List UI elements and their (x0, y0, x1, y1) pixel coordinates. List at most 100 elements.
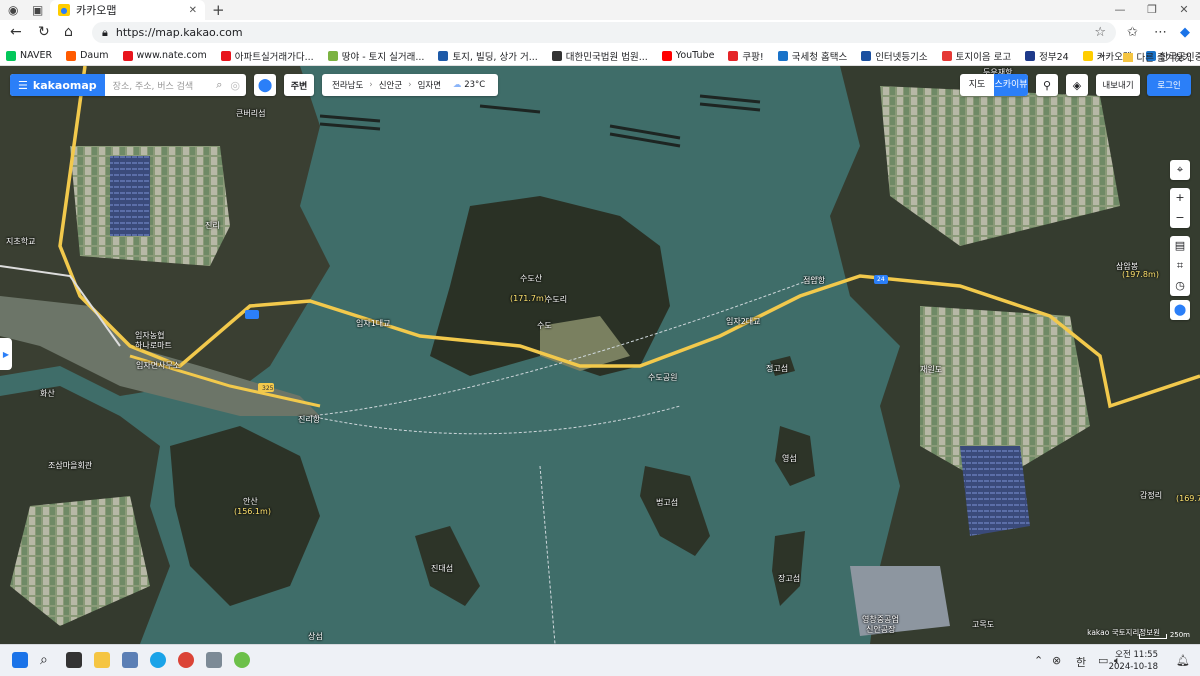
map-label[interactable]: 상섬 (308, 631, 323, 642)
bookmark-item[interactable]: www.nate.com (122, 50, 207, 61)
bookmark-item[interactable]: YouTube (661, 50, 714, 61)
map-label[interactable]: 감정리 (1140, 490, 1162, 501)
map-label[interactable]: 지초학교 (6, 236, 35, 247)
bookmark-item[interactable]: 아파트실거래가다... (220, 49, 314, 63)
map-label[interactable]: 재원도 (920, 364, 942, 375)
map-label[interactable]: 영섬 (782, 453, 797, 464)
favorite-star-icon[interactable]: ☆ (1094, 25, 1106, 40)
refresh-icon[interactable]: ↻ (38, 24, 50, 40)
breadcrumb-item[interactable]: 전라남도 (332, 79, 363, 91)
map-label[interactable]: 고목도 (972, 619, 994, 630)
map-label[interactable]: 수도리 (545, 294, 567, 305)
app-icon[interactable] (206, 652, 222, 668)
tab-actions-icon[interactable]: ▣ (32, 3, 43, 17)
bookmark-item[interactable]: 땅야 - 토지 실거래... (327, 49, 424, 63)
bookmark-item[interactable]: 대한민국법원 법원... (551, 49, 648, 63)
system-clock[interactable]: 오전 11:55 2024-10-18 (1109, 649, 1158, 673)
bookmark-item[interactable]: 토지, 빌딩, 상가 거... (438, 49, 538, 63)
bookmark-item[interactable]: Daum (66, 50, 109, 61)
profile-icon[interactable]: ◉ (8, 3, 18, 17)
map-label[interactable]: (197.8m) (1122, 270, 1159, 279)
home-icon[interactable]: ⌂ (64, 24, 73, 40)
map-label[interactable]: 임자2대교 (726, 316, 761, 327)
menu-icon[interactable]: ☰ (18, 79, 28, 92)
mode-map-button[interactable]: 지도 (960, 74, 994, 96)
breadcrumb-item[interactable]: 신안군 (379, 79, 402, 91)
map-label[interactable]: 장고섬 (778, 573, 800, 584)
search-input[interactable]: 장소, 주소, 버스 검색 (105, 79, 217, 92)
tray-chevron-icon[interactable]: ⌃ (1034, 654, 1043, 667)
breadcrumb-item[interactable]: 임자면 (418, 79, 441, 91)
notification-tray-icon[interactable]: ▭ (1098, 654, 1108, 667)
map-label[interactable]: 법고섬 (656, 497, 678, 508)
map-label[interactable]: 조삼마을회관 (48, 460, 92, 471)
map-label[interactable]: 임자1대교 (356, 318, 391, 329)
map-label[interactable]: 수도공원 (648, 372, 677, 383)
place-pin-button[interactable]: ⬤ (1170, 300, 1190, 320)
close-tab-icon[interactable]: ✕ (189, 5, 197, 16)
bookmarks-overflow-icon[interactable]: › (1100, 49, 1104, 62)
zoom-in-icon[interactable]: + (1175, 188, 1184, 208)
login-button[interactable]: 로그인 (1147, 74, 1191, 96)
radius-icon[interactable]: ◷ (1175, 276, 1185, 296)
map-label[interactable]: 하나로마트 (135, 340, 172, 351)
map-label[interactable]: 큰버리섬 (236, 108, 265, 119)
map-label[interactable]: 임자면사무소 (136, 360, 180, 371)
kakaomap-app-icon[interactable] (234, 652, 250, 668)
map-label[interactable]: 진리항 (298, 414, 320, 425)
start-icon[interactable] (12, 652, 28, 668)
edge-icon[interactable] (150, 652, 166, 668)
map-label[interactable]: 24 (877, 276, 885, 283)
store-icon[interactable] (122, 652, 138, 668)
map-label[interactable]: 신안공장 (866, 624, 895, 635)
task-view-icon[interactable] (66, 652, 82, 668)
close-window-icon[interactable]: ✕ (1168, 0, 1200, 20)
nearby-button[interactable]: 주변 (284, 74, 314, 96)
back-icon[interactable]: ← (10, 24, 22, 40)
mode-skyview-button[interactable]: 스카이뷰 (994, 74, 1028, 96)
map-label[interactable]: 정고섬 (766, 363, 788, 374)
kakaomap-logo[interactable]: ☰ kakaomap (10, 74, 105, 96)
tray-app-icon[interactable]: ⊗ (1052, 654, 1061, 667)
bookmark-item[interactable]: 정부24 (1025, 49, 1069, 63)
bookmark-item[interactable]: 토지이음 로고 (941, 49, 1011, 63)
map-label[interactable]: 점암항 (803, 275, 825, 286)
maximize-icon[interactable]: ❐ (1136, 0, 1168, 20)
bookmark-item[interactable]: 국세청 홈택스 (777, 49, 847, 63)
my-location-button[interactable]: ⌖ (1170, 160, 1190, 180)
zoom-out-icon[interactable]: − (1175, 208, 1184, 228)
directions-icon[interactable]: ◎ (230, 79, 240, 92)
layers-button[interactable]: ◈ (1066, 74, 1088, 96)
location-pin-button[interactable]: ⬤ (254, 74, 276, 96)
other-bookmarks[interactable]: 다른 즐겨찾기 (1122, 50, 1192, 64)
bookmark-item[interactable]: NAVER (6, 50, 52, 61)
file-explorer-icon[interactable] (94, 652, 110, 668)
area-icon[interactable]: ⌗ (1177, 256, 1183, 276)
map-label[interactable]: 진리 (205, 220, 220, 231)
notification-bell-icon[interactable]: 🔔︎ (1176, 654, 1190, 667)
map-label[interactable]: 화산 (40, 388, 55, 399)
favorites-icon[interactable]: ✩ (1127, 25, 1138, 40)
map-label[interactable]: (169.7m) (1176, 494, 1200, 503)
sidebar-toggle[interactable]: ▶ (0, 338, 12, 370)
tab-kakaomap[interactable]: ● 카카오맵 ✕ (50, 0, 205, 20)
map-label[interactable]: 수도산 (520, 273, 542, 284)
roadview-button[interactable]: ⚲ (1036, 74, 1058, 96)
map-label[interactable]: 수도 (537, 320, 552, 331)
more-icon[interactable]: ⋯ (1154, 25, 1167, 40)
bookmark-item[interactable]: 인터넷등기소 (861, 49, 928, 63)
map-label[interactable]: 안산 (243, 496, 258, 507)
ruler-icon[interactable]: ▤ (1175, 236, 1185, 256)
search-taskbar-icon[interactable]: ⌕ (40, 652, 56, 668)
map-label[interactable]: 진대섬 (431, 563, 453, 574)
map-label[interactable]: (171.7m) (510, 294, 547, 303)
map-view[interactable]: 큰버리섬진리지초학교임자1대교 수도산 (171.7m) 수도리수도수도공원 임자2대교… (0, 66, 1200, 644)
map-label[interactable]: (156.1m) (234, 507, 271, 516)
new-tab-icon[interactable]: + (212, 1, 225, 19)
copilot-icon[interactable]: ◆ (1180, 25, 1190, 40)
ime-indicator[interactable]: 한 (1076, 654, 1086, 670)
export-button[interactable]: 내보내기 (1096, 74, 1140, 96)
address-input[interactable]: 🔒︎ https://map.kakao.com ☆ (92, 22, 1116, 43)
minimize-icon[interactable]: — (1104, 0, 1136, 20)
bookmark-item[interactable]: 쿠팡! (728, 49, 764, 63)
